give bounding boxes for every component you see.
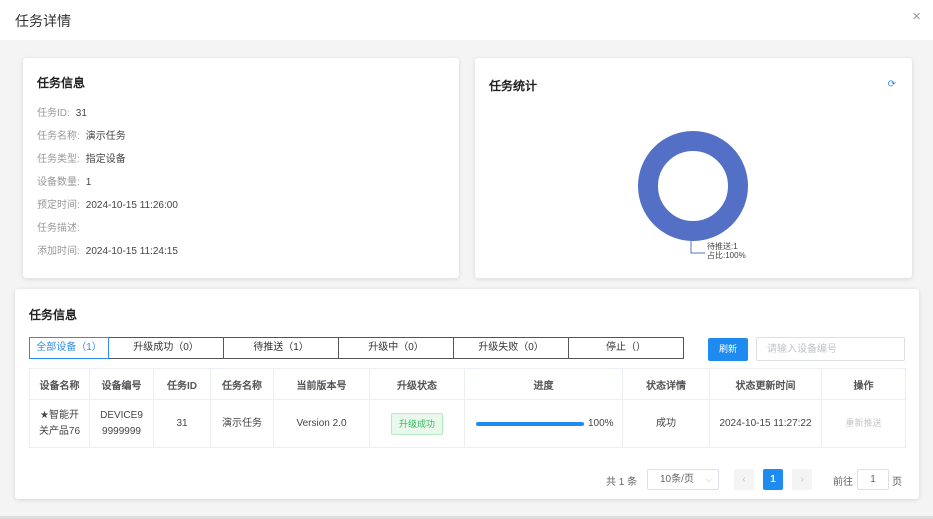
chevron-left-icon: ‹ (742, 474, 746, 485)
info-label: 任务ID: (37, 108, 70, 119)
device-name-line: ★智能开 (40, 409, 79, 421)
pagination-total: 共 1 条 (606, 477, 638, 488)
info-value: 2024-10-15 11:26:00 (85, 200, 178, 211)
cell-progress: 100% (464, 399, 623, 448)
column-header: 任务名称 (210, 368, 274, 400)
cell-update-time: 2024-10-15 11:27:22 (709, 399, 822, 448)
donut-label-series: 待推送:1 (707, 242, 738, 251)
info-row-created-time: 添加时间: 2024-10-15 11:24:15 (37, 242, 178, 257)
info-label: 添加时间: (37, 246, 80, 257)
device-table: 设备名称 设备编号 任务ID 任务名称 当前版本号 升级状态 进度 状态详情 状… (29, 368, 906, 448)
dialog-title: 任务详情 (15, 13, 71, 29)
column-header: 状态详情 (622, 368, 710, 400)
info-value: 31 (75, 108, 87, 119)
progress-text: 100% (588, 417, 614, 429)
dialog-header: 任务详情 × (0, 0, 933, 40)
task-info-card: 任务信息 任务ID: 31 任务名称: 演示任务 任务类型: 指定设备 设备数量: 1 … (23, 58, 459, 278)
info-value: 2024-10-15 11:24:15 (85, 246, 178, 257)
info-value: 指定设备 (85, 154, 126, 165)
column-header: 升级状态 (369, 368, 465, 400)
tab-pending-push[interactable]: 待推送（1） (223, 337, 339, 359)
page-size-select[interactable]: 10条/页 ⌵ (647, 469, 719, 490)
repush-link[interactable]: 重新推送 (845, 418, 881, 428)
info-row-task-type: 任务类型: 指定设备 (37, 150, 126, 165)
info-label: 预定时间: (37, 200, 80, 211)
info-label: 任务名称: (37, 131, 80, 142)
column-header: 设备名称 (29, 368, 90, 400)
page-size-value: 10条/页 (660, 474, 694, 485)
cell-version: Version 2.0 (273, 399, 370, 448)
task-stats-card: 任务统计 ⟳ 待推送:1 占比:100% (475, 58, 912, 278)
column-header: 状态更新时间 (709, 368, 822, 400)
column-header: 操作 (821, 368, 906, 400)
progress-bar (476, 421, 584, 426)
status-badge: 升级成功 (390, 412, 443, 435)
device-table-card: 任务信息 全部设备（1） 升级成功（0） 待推送（1） 升级中（0） 升级失败（… (15, 289, 919, 499)
table-header-row: 设备名称 设备编号 任务ID 任务名称 当前版本号 升级状态 进度 状态详情 状… (29, 368, 906, 400)
info-label: 任务类型: (37, 154, 80, 165)
page-number-current[interactable]: 1 (763, 469, 783, 490)
info-value: 演示任务 (85, 131, 126, 142)
tab-upgrade-failed[interactable]: 升级失败（0） (453, 337, 569, 359)
device-no-line: 9999999 (102, 425, 141, 437)
info-row-task-name: 任务名称: 演示任务 (37, 127, 126, 142)
column-header: 任务ID (153, 368, 211, 400)
info-row-description: 任务描述: (37, 219, 86, 234)
status-tabs: 全部设备（1） 升级成功（0） 待推送（1） 升级中（0） 升级失败（0） 停止… (29, 337, 684, 359)
device-no-line: DEVICE9 (100, 409, 143, 421)
cell-device-name: ★智能开 关产品76 (29, 399, 90, 448)
tab-upgrading[interactable]: 升级中（0） (338, 337, 454, 359)
task-stats-title: 任务统计 (489, 79, 538, 93)
cell-status-detail: 成功 (622, 399, 710, 448)
chevron-right-icon: › (800, 474, 804, 485)
cell-device-no: DEVICE9 9999999 (89, 399, 154, 448)
progress-wrap: 100% (465, 416, 622, 432)
chevron-down-icon: ⌵ (705, 475, 712, 484)
goto-page-input[interactable] (857, 469, 889, 490)
cell-task-name: 演示任务 (210, 399, 274, 448)
cell-upgrade-status: 升级成功 (369, 399, 465, 448)
refresh-icon[interactable]: ⟳ (888, 79, 896, 90)
prev-page-button[interactable]: ‹ (734, 469, 754, 490)
donut-label: 待推送:1 占比:100% (707, 242, 746, 260)
column-header: 设备编号 (89, 368, 154, 400)
column-header: 当前版本号 (273, 368, 370, 400)
device-table-title: 任务信息 (29, 308, 78, 322)
table-row: ★智能开 关产品76 DEVICE9 9999999 31 演示任务 Versi… (29, 399, 906, 448)
status-donut-chart (638, 131, 748, 241)
cell-task-id: 31 (153, 399, 211, 448)
info-row-task-id: 任务ID: 31 (37, 104, 87, 119)
device-search-input[interactable] (756, 337, 905, 361)
tab-stopped[interactable]: 停止（） (568, 337, 684, 359)
donut-slice-pending[interactable] (638, 131, 748, 241)
task-info-title: 任务信息 (37, 76, 86, 90)
tab-upgrade-success[interactable]: 升级成功（0） (108, 337, 224, 359)
device-name-line: 关产品76 (38, 425, 81, 437)
donut-label-percent: 占比:100% (707, 251, 746, 260)
goto-label: 前往 (833, 477, 853, 488)
task-detail-dialog: 任务详情 × 任务信息 任务ID: 31 任务名称: 演示任务 任务类型: 指定设备 … (0, 0, 933, 516)
info-row-device-count: 设备数量: 1 (37, 173, 91, 188)
tab-all-devices[interactable]: 全部设备（1） (29, 337, 109, 359)
column-header: 进度 (464, 368, 623, 400)
goto-suffix: 页 (892, 477, 902, 488)
info-value: 1 (85, 177, 92, 188)
info-row-scheduled-time: 预定时间: 2024-10-15 11:26:00 (37, 196, 178, 211)
cell-action: 重新推送 (821, 399, 906, 448)
close-icon[interactable]: × (912, 9, 921, 24)
info-label: 任务描述: (37, 223, 80, 234)
refresh-button[interactable]: 刷新 (708, 338, 748, 361)
next-page-button[interactable]: › (792, 469, 812, 490)
info-label: 设备数量: (37, 177, 80, 188)
